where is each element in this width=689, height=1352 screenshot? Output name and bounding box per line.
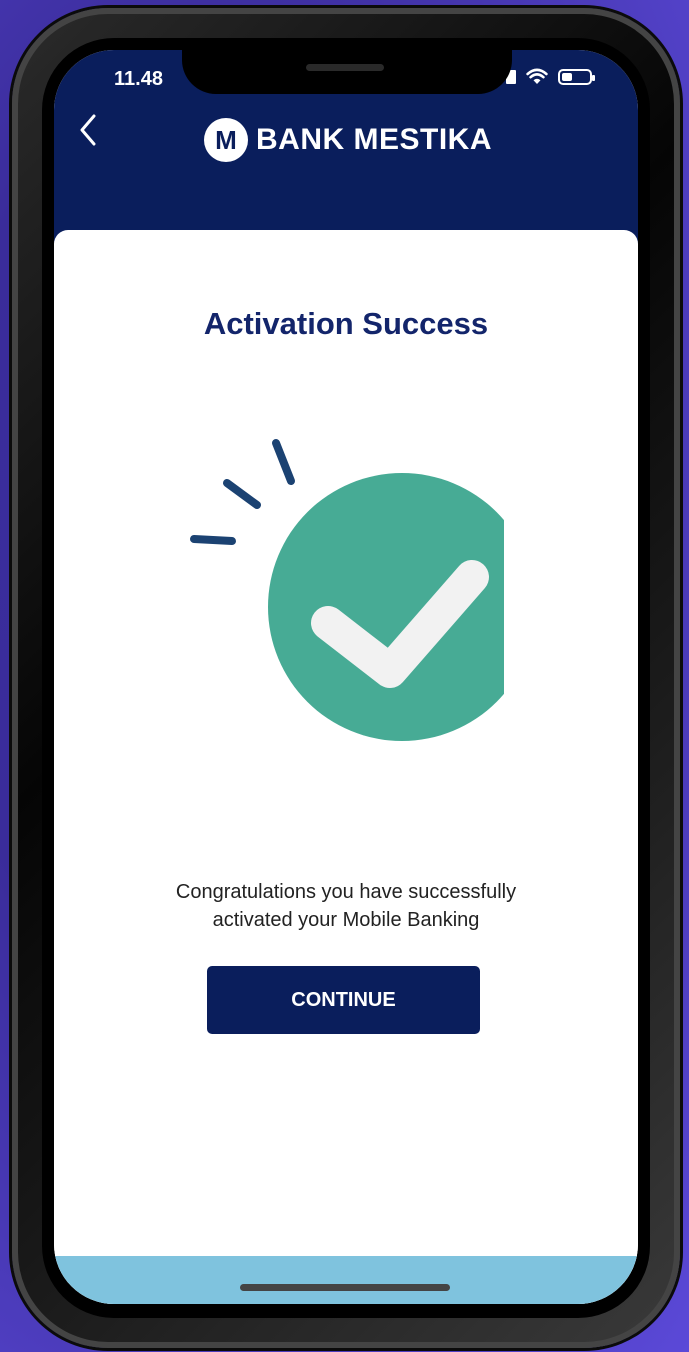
back-button[interactable] — [72, 110, 108, 150]
sparkle-stroke — [272, 439, 295, 485]
camera-notch — [182, 50, 512, 94]
footer-strip — [54, 1256, 638, 1304]
status-icons — [506, 68, 595, 86]
speaker-grille — [306, 64, 384, 71]
success-message: Congratulations you have successfully ac… — [94, 878, 598, 934]
app-screen: 11.48 M BANK MESTIKA Activation Success … — [54, 50, 638, 1304]
continue-button[interactable]: CONTINUE — [207, 966, 480, 1034]
page-title: Activation Success — [203, 306, 489, 341]
brand-name: BANK MESTIKA — [256, 123, 492, 156]
success-checkmark-illustration — [190, 439, 504, 741]
brand-logo: M BANK MESTIKA — [204, 118, 492, 162]
success-message-line1: Congratulations you have successfully — [175, 881, 517, 903]
status-time: 11.48 — [114, 68, 163, 90]
phone-bezel: 11.48 M BANK MESTIKA Activation Success … — [42, 38, 650, 1318]
sparkle-stroke — [223, 479, 261, 509]
home-indicator[interactable] — [240, 1284, 450, 1291]
checkmark-circle-icon — [268, 473, 504, 741]
success-message-line2: activated your Mobile Banking — [212, 909, 480, 931]
logo-letter: M — [215, 125, 237, 155]
app-header: 11.48 M BANK MESTIKA — [54, 50, 638, 260]
battery-icon — [558, 69, 595, 85]
phone-frame: 11.48 M BANK MESTIKA Activation Success … — [12, 8, 680, 1348]
chevron-left-icon — [80, 114, 96, 146]
content-card: Activation Success Congratulations you h… — [54, 230, 638, 1304]
logo-mark-icon: M — [204, 118, 248, 162]
sparkle-stroke — [190, 535, 236, 545]
wifi-icon — [526, 68, 548, 84]
